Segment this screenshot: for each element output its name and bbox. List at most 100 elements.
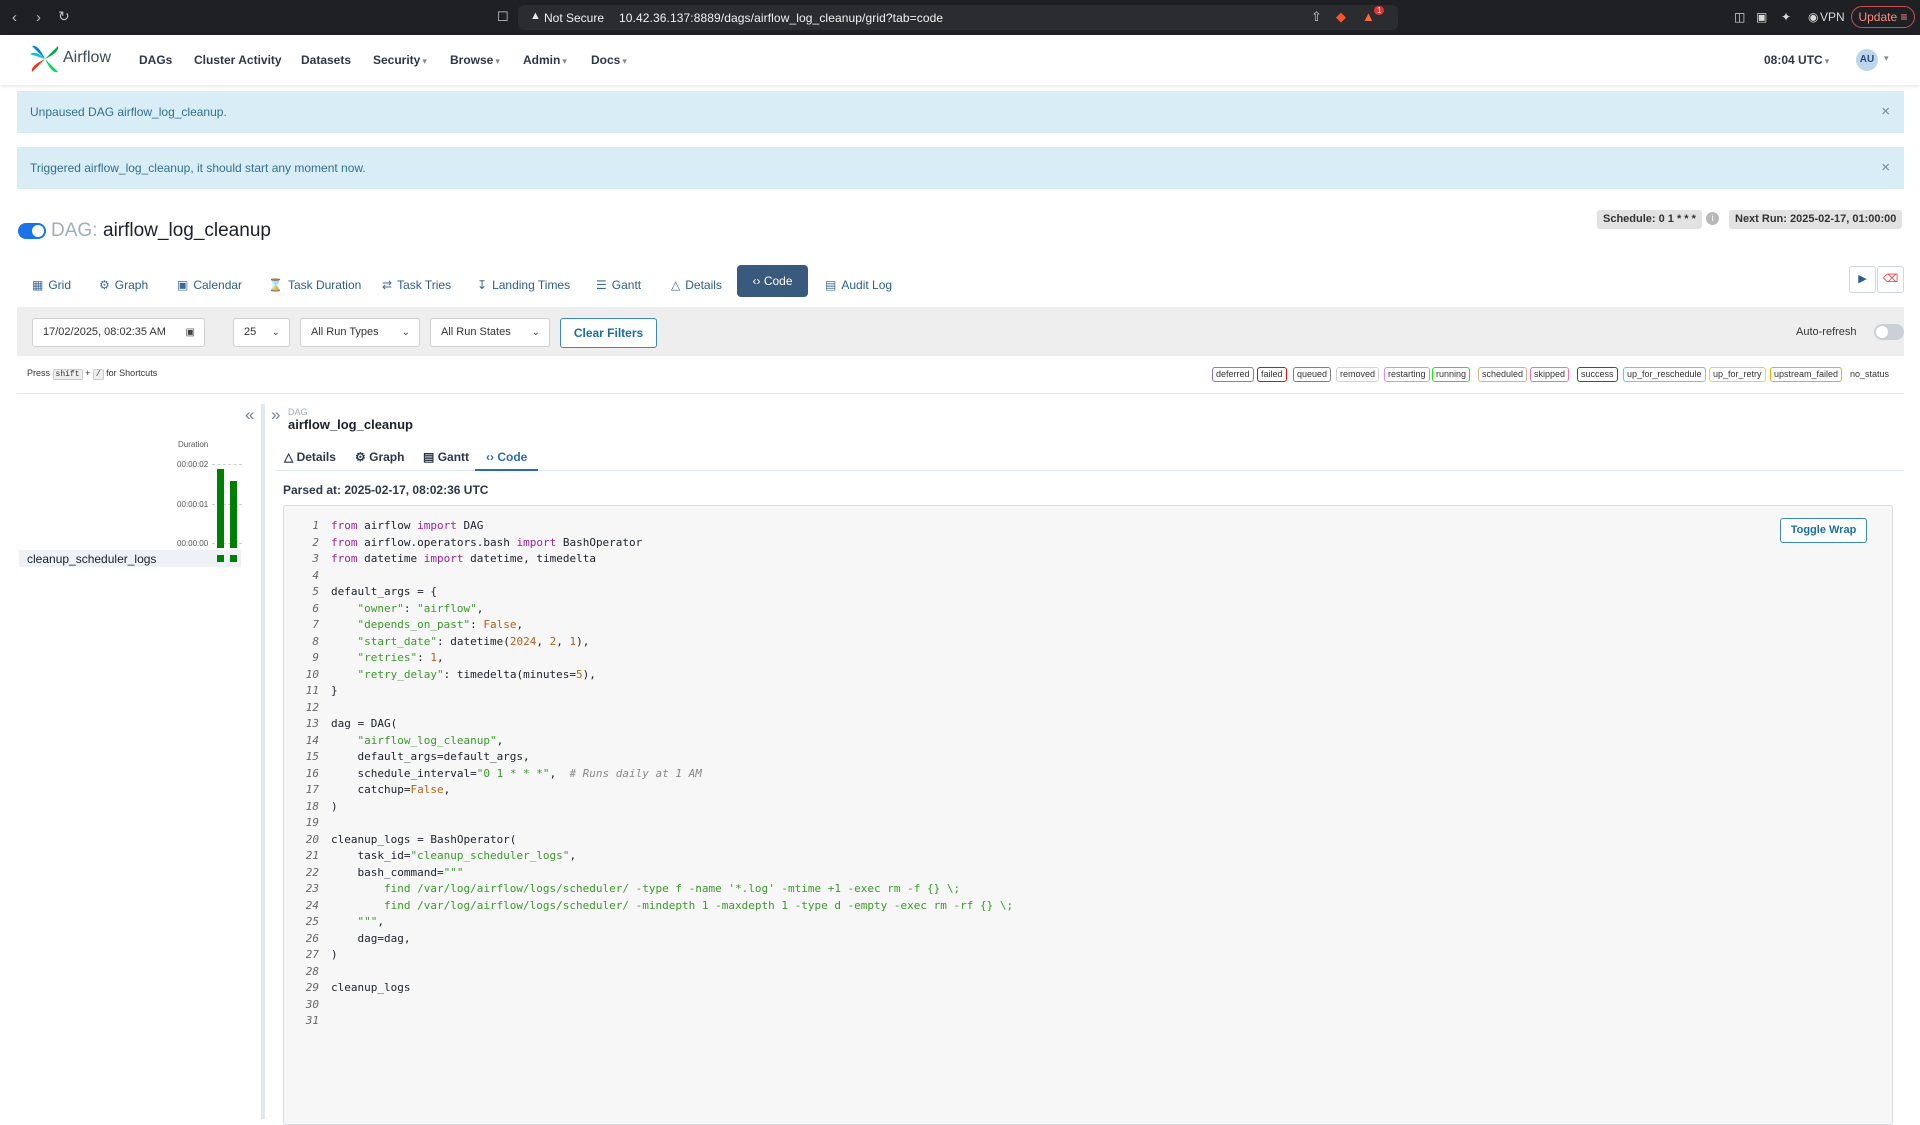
info-icon[interactable]: i (1706, 212, 1719, 225)
tab-landing-times[interactable]: ↧ Landing Times (475, 272, 570, 298)
panel-splitter[interactable] (261, 404, 265, 1119)
legend-failed[interactable]: failed (1257, 367, 1287, 382)
not-secure-label[interactable]: Not Secure (544, 11, 604, 25)
tab-audit-log[interactable]: ▤ Audit Log (823, 272, 892, 298)
parsed-at: Parsed at: 2025-02-17, 08:02:36 UTC (283, 483, 489, 497)
code-token: ) (331, 948, 338, 961)
tab-code[interactable]: ‹› Code (737, 265, 808, 297)
run-type-select[interactable]: All Run Types ⌄ (300, 318, 420, 347)
trigger-dag-button[interactable]: ▶ (1849, 266, 1876, 293)
sidebar-icon[interactable]: ◫ (1734, 10, 1745, 24)
subtab-details[interactable]: △ Details (284, 450, 336, 464)
collapse-grid-icon[interactable]: « (245, 405, 254, 425)
tab-label: Graph (114, 278, 149, 292)
subtab-code[interactable]: ‹› Code (486, 450, 527, 464)
duration-tick: 00:00:02 (177, 460, 209, 469)
vpn-icon[interactable]: ◉ (1808, 10, 1818, 24)
num-runs-select[interactable]: 25 ⌄ (233, 318, 290, 347)
run-duration-bar[interactable] (217, 469, 224, 548)
line-number: 7 (312, 618, 319, 631)
expand-details-icon[interactable]: » (271, 405, 280, 425)
user-avatar[interactable]: AU (1856, 49, 1878, 71)
subtab-gantt[interactable]: ▤ Gantt (423, 450, 469, 464)
toggle-wrap-button[interactable]: Toggle Wrap (1780, 518, 1867, 543)
nav-security[interactable]: Security ▾ (373, 53, 427, 67)
legend-up-for-reschedule[interactable]: up_for_reschedule (1623, 367, 1706, 382)
back-icon[interactable]: ‹ (12, 9, 17, 26)
legend-success[interactable]: success (1577, 367, 1618, 382)
line-number: 8 (312, 634, 319, 648)
task-instance-success[interactable] (217, 555, 224, 562)
vpn-label[interactable]: VPN (1820, 10, 1845, 24)
dag-breadcrumb-label: DAG (288, 407, 308, 417)
run-state-select[interactable]: All Run States ⌄ (430, 318, 550, 347)
code-token: : (470, 618, 484, 631)
nav-cluster-activity[interactable]: Cluster Activity (194, 53, 282, 67)
tab-grid[interactable]: ▦ Grid (30, 272, 71, 298)
share-icon[interactable]: ⇧ (1311, 9, 1322, 25)
code-line: 14 "airflow_log_cleanup", (295, 733, 1013, 750)
tab-graph[interactable]: ⚙ Graph (97, 272, 148, 298)
chevron-down-icon: ▾ (495, 56, 500, 66)
line-number: 12 (305, 700, 319, 714)
close-icon[interactable]: × (1881, 103, 1890, 120)
address-bar[interactable]: ☐ ▲ Not Secure 10.42.36.137:8889/dags/ai… (497, 5, 1398, 30)
legend-scheduled[interactable]: scheduled (1478, 367, 1528, 382)
code-line: 2 from airflow.operators.bash import Bash… (295, 535, 1013, 552)
chevron-down-icon[interactable]: ▾ (1884, 53, 1889, 64)
delete-dag-button[interactable]: ⌫ (1877, 266, 1904, 293)
brand-name[interactable]: Airflow (63, 49, 111, 67)
base-date-input[interactable]: 17/02/2025, 08:02:35 AM ▣ (32, 318, 205, 347)
leo-icon[interactable]: ✦ (1781, 10, 1791, 24)
task-instance-success[interactable] (230, 555, 237, 562)
legend-deferred[interactable]: deferred (1212, 367, 1254, 382)
tab-gantt[interactable]: ☰ Gantt (594, 272, 641, 298)
shortcut-key-shift: shift (52, 369, 83, 380)
nav-browse[interactable]: Browse ▾ (450, 53, 500, 67)
code-token: catchup= (331, 783, 411, 796)
tab-task-tries[interactable]: ⇄ Task Tries (380, 272, 451, 298)
dag-breadcrumb-name[interactable]: airflow_log_cleanup (288, 417, 413, 432)
forward-icon[interactable]: › (36, 9, 41, 26)
line-number: 29 (305, 981, 319, 994)
code-line: 28 (295, 964, 1013, 981)
url-text[interactable]: 10.42.36.137:8889/dags/airflow_log_clean… (619, 11, 943, 25)
subtab-graph[interactable]: ⚙ Graph (355, 450, 404, 464)
run-duration-bar[interactable] (230, 480, 237, 548)
airflow-logo-icon[interactable] (28, 42, 62, 76)
clear-filters-button[interactable]: Clear Filters (560, 318, 657, 348)
nav-dags[interactable]: DAGs (139, 53, 172, 67)
legend-up-for-retry[interactable]: up_for_retry (1709, 367, 1766, 382)
bookmark-icon[interactable]: ☐ (497, 9, 509, 25)
autorefresh-toggle[interactable] (1874, 324, 1904, 340)
wallet-icon[interactable]: ▣ (1756, 10, 1767, 24)
nav-admin[interactable]: Admin ▾ (523, 53, 567, 67)
close-icon[interactable]: × (1881, 159, 1890, 176)
dag-pause-toggle[interactable] (18, 223, 46, 239)
line-number: 17 (305, 783, 319, 796)
tab-task-duration[interactable]: ⌛ Task Duration (266, 272, 361, 298)
tab-calendar[interactable]: ▣ Calendar (175, 272, 242, 298)
task-name[interactable]: cleanup_scheduler_logs (27, 552, 156, 566)
nav-docs[interactable]: Docs ▾ (591, 53, 627, 67)
brave-rewards-icon[interactable]: ▲ (1362, 9, 1375, 24)
code-icon: ‹› (486, 450, 494, 464)
line-number: 27 (305, 948, 319, 961)
legend-removed[interactable]: removed (1336, 367, 1380, 382)
legend-upstream-failed[interactable]: upstream_failed (1770, 367, 1843, 382)
utc-clock[interactable]: 08:04 UTC ▾ (1764, 53, 1829, 67)
line-number: 21 (305, 849, 319, 862)
brave-shield-icon[interactable]: ◆ (1336, 9, 1346, 25)
tab-details[interactable]: △ Details (669, 272, 722, 298)
reload-icon[interactable]: ↻ (58, 8, 70, 25)
tab-label: Gantt (611, 278, 642, 292)
code-token: dag = DAG( (331, 717, 398, 730)
code-lines[interactable]: 1 from airflow import DAG 2 from airflow.op… (295, 518, 1013, 1030)
legend-running[interactable]: running (1432, 367, 1471, 382)
legend-queued[interactable]: queued (1293, 367, 1332, 382)
legend-skipped[interactable]: skipped (1530, 367, 1570, 382)
nav-datasets[interactable]: Datasets (301, 53, 351, 67)
legend-restarting[interactable]: restarting (1384, 367, 1430, 382)
update-button[interactable]: Update ≡ (1851, 6, 1915, 28)
